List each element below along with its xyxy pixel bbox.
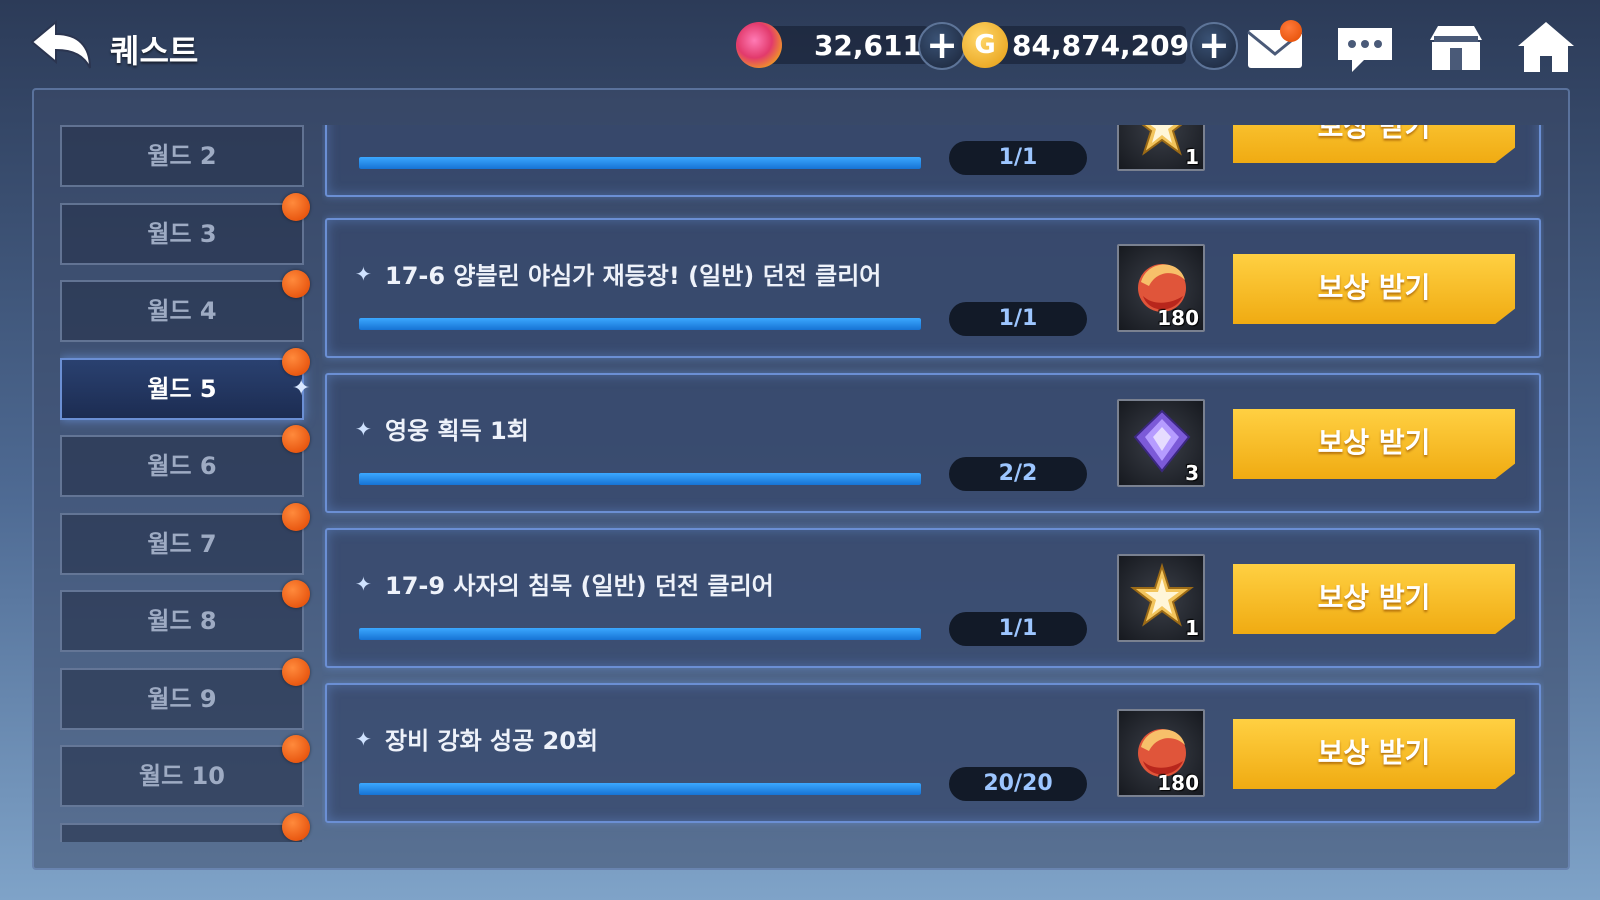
quest-card: ✦ 영웅 획득 1회 2/2 3 보상 받기 — [325, 373, 1541, 513]
notify-dot — [282, 270, 310, 298]
progress-fill — [359, 318, 921, 330]
tab-label: 월드 10 — [139, 762, 225, 790]
sparkle-icon: ✦ — [355, 262, 372, 286]
tab-world-4[interactable]: 월드 4 — [60, 280, 304, 342]
tab-label: 월드 5 — [147, 375, 217, 403]
tab-world-6[interactable]: 월드 6 — [60, 435, 304, 497]
add-gold-button[interactable]: + — [1190, 22, 1238, 70]
progress-count: 1/1 — [949, 612, 1087, 646]
gold-currency: G 84,874,209 + — [962, 22, 1238, 70]
tab-label: 월드 2 — [147, 142, 217, 170]
progress-fill — [359, 473, 921, 485]
progress-bar — [359, 783, 921, 795]
quest-text: 17-6 양블린 야심가 재등장! (일반) 던전 클리어 — [385, 262, 882, 290]
quest-list[interactable]: ✦ 1/1 1 보상 받기 ✦ 17-6 양블린 야심가 재등장! (일반) 던… — [322, 125, 1544, 842]
tab-world-11[interactable] — [60, 823, 304, 842]
tab-label: 월드 8 — [147, 607, 217, 635]
reward-slot[interactable]: 1 — [1117, 125, 1205, 171]
sparkle-icon: ✦ — [355, 417, 372, 441]
tab-label: 월드 6 — [147, 452, 217, 480]
quest-card: ✦ 1/1 1 보상 받기 — [325, 125, 1541, 197]
claim-reward-button[interactable]: 보상 받기 — [1233, 409, 1515, 479]
progress-bar — [359, 157, 921, 169]
reward-slot[interactable]: 180 — [1117, 244, 1205, 332]
progress-count: 1/1 — [949, 302, 1087, 336]
shop-icon[interactable] — [1424, 18, 1488, 76]
page-title: 퀘스트 — [110, 32, 199, 70]
progress-fill — [359, 783, 921, 795]
quest-text: 영웅 획득 1회 — [385, 417, 529, 445]
tab-world-7[interactable]: 월드 7 — [60, 513, 304, 575]
progress-count: 20/20 — [949, 767, 1087, 801]
reward-quantity: 1 — [1185, 145, 1199, 169]
tab-label: 월드 4 — [147, 297, 217, 325]
claim-reward-button[interactable]: 보상 받기 — [1233, 254, 1515, 324]
reward-quantity: 3 — [1185, 461, 1199, 485]
tab-world-3[interactable]: 월드 3 — [60, 203, 304, 265]
notify-dot — [282, 658, 310, 686]
reward-slot[interactable]: 180 — [1117, 709, 1205, 797]
quest-text: 17-9 사자의 침묵 (일반) 던전 클리어 — [385, 572, 774, 600]
tab-label: 월드 3 — [147, 220, 217, 248]
reward-slot[interactable]: 3 — [1117, 399, 1205, 487]
notify-dot — [282, 348, 310, 376]
reward-quantity: 180 — [1157, 771, 1199, 795]
chat-icon[interactable] — [1334, 18, 1398, 76]
top-bar: 퀘스트 32,611 + G 84,874,209 + — [0, 0, 1600, 90]
notify-dot — [282, 193, 310, 221]
back-arrow-icon[interactable] — [26, 18, 96, 78]
progress-count: 1/1 — [949, 141, 1087, 175]
gold-amount: 84,874,209 — [1012, 29, 1190, 62]
notify-dot — [282, 503, 310, 531]
quest-card: ✦ 17-6 양블린 야심가 재등장! (일반) 던전 클리어 1/1 180 … — [325, 218, 1541, 358]
gem-currency: 32,611 + — [736, 22, 966, 70]
home-icon[interactable] — [1514, 18, 1578, 76]
quest-text: 장비 강화 성공 20회 — [385, 727, 599, 755]
tab-world-9[interactable]: 월드 9 — [60, 668, 304, 730]
reward-quantity: 180 — [1157, 306, 1199, 330]
gem-amount: 32,611 — [813, 29, 922, 62]
notify-dot — [282, 580, 310, 608]
progress-count: 2/2 — [949, 457, 1087, 491]
tab-label: 월드 9 — [147, 685, 217, 713]
progress-fill — [359, 628, 921, 640]
tab-world-10[interactable]: 월드 10 — [60, 745, 304, 807]
progress-bar — [359, 318, 921, 330]
progress-bar — [359, 628, 921, 640]
sparkle-icon: ✦ — [292, 376, 311, 401]
tab-world-5[interactable]: 월드 5 — [60, 358, 304, 420]
claim-reward-button[interactable]: 보상 받기 — [1233, 125, 1515, 163]
quest-card: ✦ 장비 강화 성공 20회 20/20 180 보상 받기 — [325, 683, 1541, 823]
claim-reward-button[interactable]: 보상 받기 — [1233, 564, 1515, 634]
claim-reward-button[interactable]: 보상 받기 — [1233, 719, 1515, 789]
tab-world-2[interactable]: 월드 2 — [60, 125, 304, 187]
sparkle-icon: ✦ — [355, 572, 372, 596]
notify-dot — [282, 735, 310, 763]
progress-fill — [359, 157, 921, 169]
reward-quantity: 1 — [1185, 616, 1199, 640]
tab-world-8[interactable]: 월드 8 — [60, 590, 304, 652]
reward-slot[interactable]: 1 — [1117, 554, 1205, 642]
notify-dot — [282, 813, 310, 841]
mail-notify-dot — [1280, 20, 1302, 42]
gem-icon — [736, 22, 782, 68]
world-sidebar[interactable]: 월드 2 월드 3 월드 4 월드 5 ✦ 월드 6 월드 7 월드 8 월드 … — [60, 125, 322, 842]
quest-card: ✦ 17-9 사자의 침묵 (일반) 던전 클리어 1/1 1 보상 받기 — [325, 528, 1541, 668]
progress-bar — [359, 473, 921, 485]
tab-label: 월드 7 — [147, 530, 217, 558]
notify-dot — [282, 425, 310, 453]
add-gem-button[interactable]: + — [918, 22, 966, 70]
sparkle-icon: ✦ — [355, 727, 372, 751]
gold-coin-icon: G — [962, 22, 1008, 68]
